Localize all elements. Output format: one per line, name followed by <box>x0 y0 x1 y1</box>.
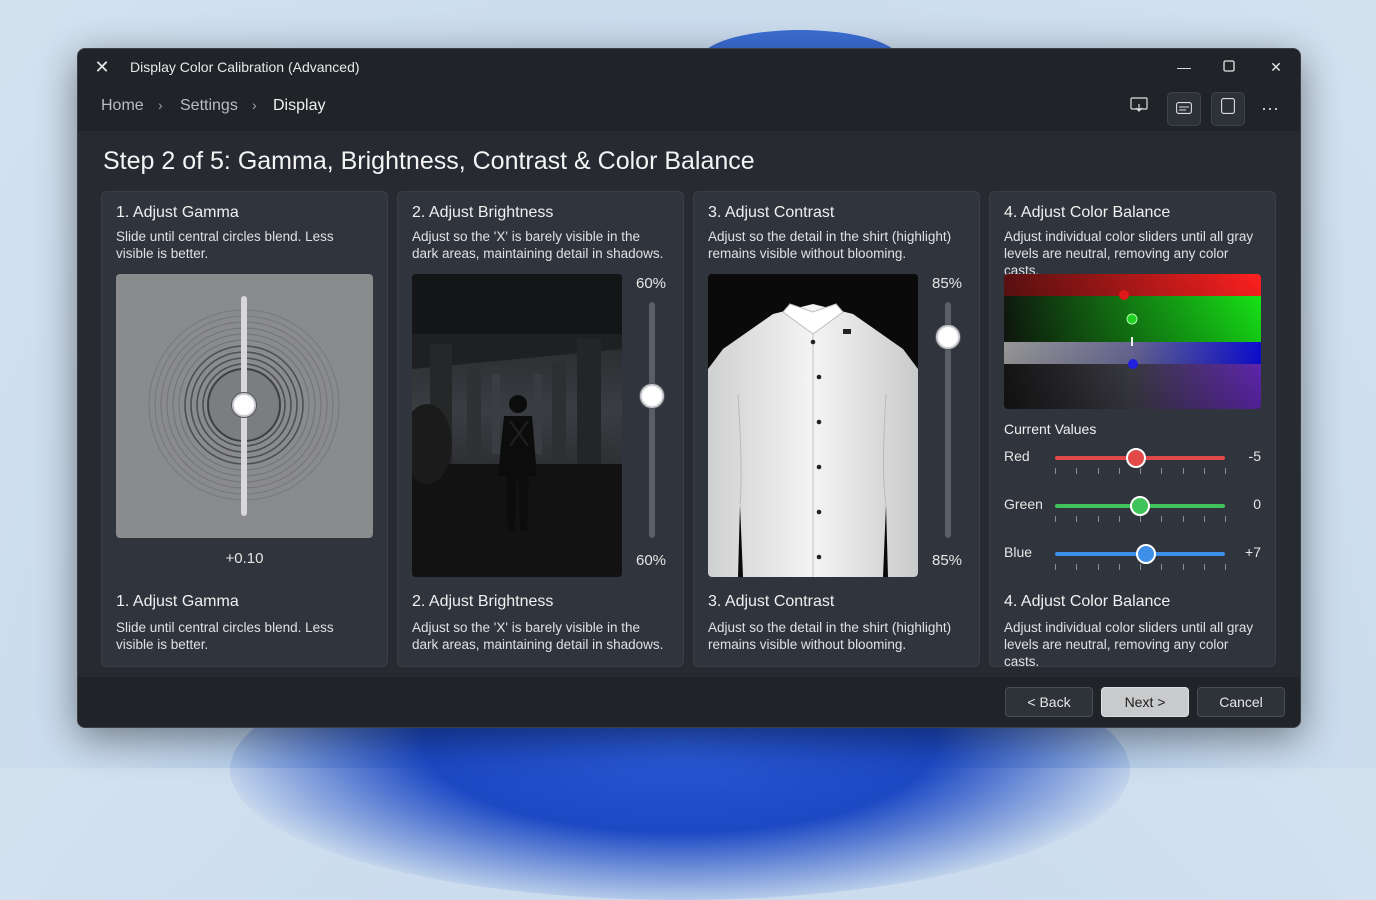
brightness-description: Adjust so the 'X' is barely visible in t… <box>412 229 664 261</box>
gamma-footer-description: Slide until central circles blend. Less … <box>116 620 334 652</box>
tick-mark <box>1203 516 1205 522</box>
breadcrumb-settings[interactable]: Settings <box>180 97 238 115</box>
color-balance-preview <box>1004 274 1261 409</box>
maximize-icon[interactable] <box>1211 55 1247 79</box>
breadcrumb: Home › Settings › Display <box>78 85 1300 131</box>
tick-mark <box>1118 468 1120 474</box>
tick-mark <box>1140 516 1141 522</box>
gamma-card: 1. Adjust Gamma Slide until central circ… <box>101 191 388 667</box>
contrast-bottom-value: 85% <box>932 552 963 569</box>
red-slider-label: Red <box>1004 448 1030 464</box>
tick-mark <box>1055 468 1056 474</box>
tick-mark <box>1182 564 1184 570</box>
gamma-value: +0.10 <box>225 550 264 567</box>
brightness-footer-description: Adjust so the 'X' is barely visible in t… <box>412 620 664 652</box>
brightness-top-value: 60% <box>636 275 667 292</box>
brightness-card: 2. Adjust Brightness Adjust so the 'X' i… <box>397 191 684 667</box>
tick-mark <box>1097 564 1099 570</box>
tablet-icon[interactable] <box>1211 92 1245 126</box>
tick-mark <box>1097 468 1099 474</box>
blue-slider-ticks <box>1055 564 1226 570</box>
tick-mark <box>1097 516 1099 522</box>
tick-mark <box>1055 564 1056 570</box>
tick-mark <box>1055 516 1056 522</box>
tick-mark <box>1140 564 1141 570</box>
contrast-footer-title: 3. Adjust Contrast <box>708 593 835 610</box>
gamma-footer-title: 1. Adjust Gamma <box>116 593 239 610</box>
green-slider-label: Green <box>1004 496 1043 512</box>
brightness-bottom-value: 60% <box>636 552 667 569</box>
tick-mark <box>1161 564 1163 570</box>
page-title: Step 2 of 5: Gamma, Brightness, Contrast… <box>103 147 755 175</box>
contrast-title: 3. Adjust Contrast <box>708 204 835 221</box>
main-content: Step 2 of 5: Gamma, Brightness, Contrast… <box>78 131 1300 677</box>
tick-mark <box>1225 516 1226 522</box>
contrast-footer-description: Adjust so the detail in the shirt (highl… <box>708 620 952 652</box>
current-values-label: Current Values <box>1004 421 1097 437</box>
tick-mark <box>1076 468 1078 474</box>
color-balance-title: 4. Adjust Color Balance <box>1004 204 1171 221</box>
green-slider-value: 0 <box>1253 496 1261 512</box>
title-bar: ✕ Display Color Calibration (Advanced) —… <box>78 49 1300 85</box>
gamma-slider-thumb[interactable] <box>232 393 256 417</box>
gamma-description: Slide until central circles blend. Less … <box>116 229 334 261</box>
color-balance-card: 4. Adjust Color Balance Adjust individua… <box>989 191 1276 669</box>
red-slider-thumb[interactable] <box>1125 448 1146 468</box>
tick-mark <box>1182 468 1184 474</box>
tick-mark <box>1076 516 1078 522</box>
tick-mark <box>1182 516 1184 522</box>
footer-bar: < Back Next > Cancel <box>78 677 1300 727</box>
tick-mark <box>1203 564 1205 570</box>
contrast-slider-thumb[interactable] <box>936 325 960 350</box>
tick-mark <box>1203 468 1205 474</box>
gamma-test-pattern <box>116 274 373 538</box>
breadcrumb-home[interactable]: Home <box>101 97 144 115</box>
tick-mark <box>1118 516 1120 522</box>
red-slider-ticks <box>1055 468 1226 474</box>
breadcrumb-display: Display <box>273 97 326 114</box>
close-window-icon[interactable]: ✕ <box>1258 55 1294 79</box>
blue-slider-value: +7 <box>1245 544 1261 560</box>
blue-slider-label: Blue <box>1004 544 1033 560</box>
cancel-button[interactable]: Cancel <box>1197 687 1285 717</box>
app-window: ✕ Display Color Calibration (Advanced) —… <box>77 48 1301 728</box>
chevron-right-icon: › <box>252 97 257 113</box>
tick-mark <box>1225 564 1226 570</box>
color-balance-footer-description: Adjust individual color sliders until al… <box>1004 620 1254 669</box>
tick-mark <box>1140 468 1141 474</box>
contrast-description: Adjust so the detail in the shirt (highl… <box>708 229 952 261</box>
window-title: Display Color Calibration (Advanced) <box>130 59 360 75</box>
tick-mark <box>1118 564 1120 570</box>
close-app-icon[interactable]: ✕ <box>92 57 112 77</box>
tick-mark <box>1161 468 1163 474</box>
red-slider-value: -5 <box>1248 448 1261 464</box>
contrast-card: 3. Adjust Contrast Adjust so the detail … <box>693 191 980 667</box>
next-button[interactable]: Next > <box>1101 687 1189 717</box>
color-balance-footer-title: 4. Adjust Color Balance <box>1004 593 1171 610</box>
subtitles-icon[interactable] <box>1167 92 1201 126</box>
brightness-slider-track[interactable] <box>649 302 655 538</box>
tick-mark <box>1161 516 1163 522</box>
color-balance-description: Adjust individual color sliders until al… <box>1004 229 1254 278</box>
green-slider-thumb[interactable] <box>1130 496 1150 516</box>
brightness-footer-title: 2. Adjust Brightness <box>412 593 554 610</box>
minimize-icon[interactable]: — <box>1166 55 1202 79</box>
more-icon[interactable]: ··· <box>1254 92 1286 124</box>
contrast-top-value: 85% <box>932 275 963 292</box>
chevron-right-icon: › <box>158 97 163 113</box>
green-slider-ticks <box>1055 516 1226 522</box>
cast-screen-icon[interactable] <box>1123 92 1155 124</box>
contrast-test-photo <box>708 274 918 577</box>
gamma-title: 1. Adjust Gamma <box>116 204 239 221</box>
tick-mark <box>1076 564 1078 570</box>
brightness-test-photo <box>412 274 622 577</box>
tick-mark <box>1225 468 1226 474</box>
back-button[interactable]: < Back <box>1005 687 1093 717</box>
brightness-title: 2. Adjust Brightness <box>412 204 554 221</box>
blue-slider-thumb[interactable] <box>1135 544 1156 564</box>
brightness-slider-thumb[interactable] <box>640 384 664 409</box>
